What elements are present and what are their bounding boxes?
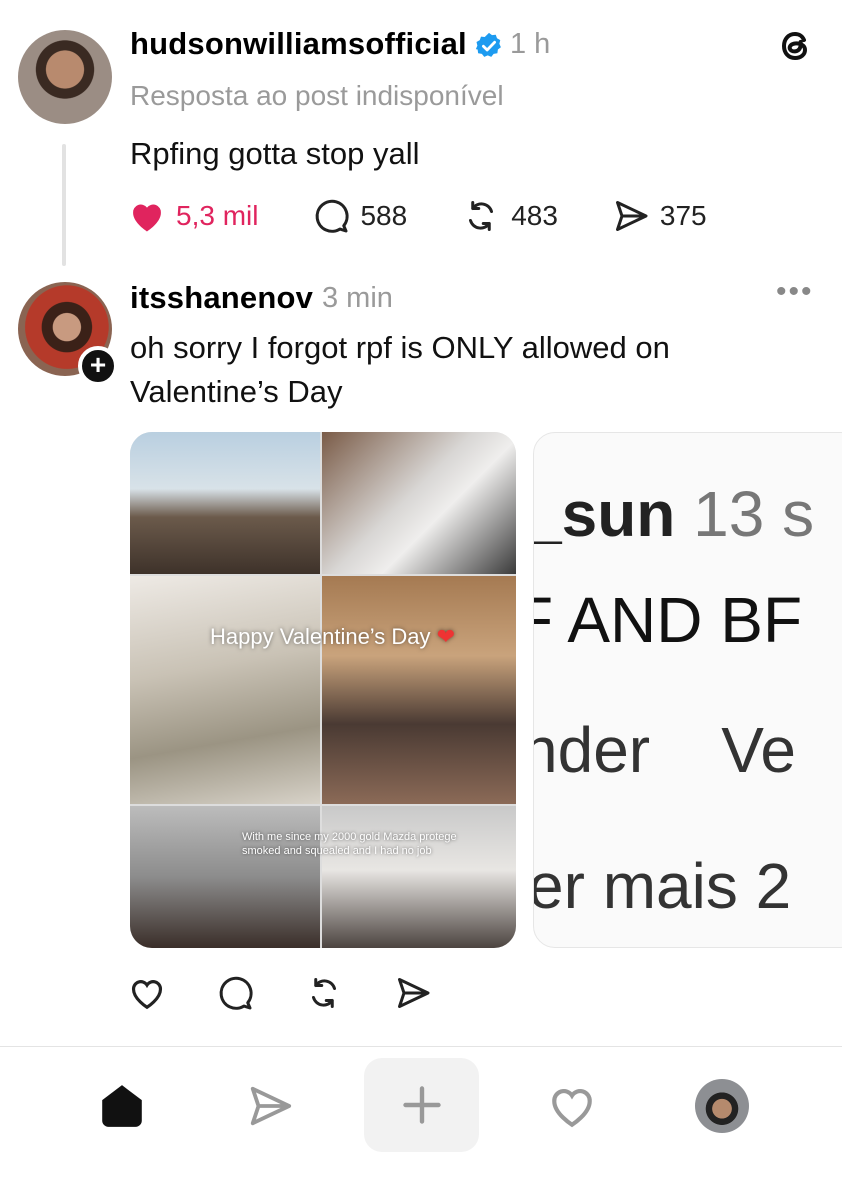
post2-username[interactable]: itsshanenov <box>130 280 313 316</box>
verified-badge-icon <box>475 32 501 57</box>
nav-home[interactable] <box>86 1058 158 1154</box>
send-icon <box>398 978 430 1008</box>
nav-profile[interactable] <box>694 1058 750 1154</box>
collage-caption: With me since my 2000 gold Mazda protege… <box>242 831 457 857</box>
photo-tile <box>130 576 320 804</box>
post2-actions <box>128 975 482 1011</box>
nav-activity[interactable] <box>536 1058 608 1154</box>
repost-count: 483 <box>511 200 558 231</box>
post2-time: 3 min <box>322 282 393 314</box>
second-image-preview[interactable]: _sun 13 s F AND BF nder Ve er mais 2 <box>533 432 842 948</box>
home-icon <box>102 1085 142 1127</box>
like-button[interactable]: 5,3 mil <box>128 199 258 233</box>
like-button[interactable] <box>128 975 166 1011</box>
peek-line-1-bold: _sun <box>533 478 676 550</box>
share-count: 375 <box>659 200 707 231</box>
repost-icon <box>312 978 336 1008</box>
nav-activity-send[interactable] <box>234 1058 306 1154</box>
heart-filled-icon <box>133 204 161 232</box>
heart-icon <box>131 980 163 1010</box>
post2-text: oh sorry I forgot rpf is ONLY allowed on… <box>130 330 670 409</box>
comment-icon <box>219 976 253 1010</box>
nav-divider <box>0 1046 842 1047</box>
peek-line-3: nder Ve <box>533 714 796 786</box>
peek-line-4: er mais 2 <box>533 850 792 922</box>
peek-line-2: F AND BF <box>533 584 803 656</box>
post1-username[interactable]: hudsonwilliamsofficial <box>130 26 467 62</box>
threads-logo-icon[interactable] <box>776 26 816 66</box>
repost-icon <box>469 201 494 231</box>
post1-time: 1 h <box>510 28 551 60</box>
thread-line <box>62 144 66 266</box>
send-icon <box>250 1086 292 1126</box>
photo-tile <box>130 806 320 948</box>
bottom-nav <box>0 1058 842 1158</box>
heart-emoji-icon: ❤ <box>436 624 456 649</box>
repost-button[interactable] <box>304 975 344 1011</box>
heart-icon <box>552 1088 592 1128</box>
share-button[interactable]: 375 <box>612 198 707 234</box>
like-count: 5,3 mil <box>176 200 259 231</box>
more-dots-icon[interactable]: ••• <box>776 277 818 308</box>
nav-create-button[interactable] <box>364 1058 479 1152</box>
comment-button[interactable] <box>216 975 254 1011</box>
collage-overlay-text: Happy Valentine’s Day ❤ <box>210 624 455 650</box>
peek-line-1: _sun 13 s <box>533 477 815 551</box>
comment-icon <box>316 199 350 233</box>
photo-tile <box>322 806 516 948</box>
follow-plus-icon[interactable]: + <box>78 346 118 386</box>
repost-button[interactable]: 483 <box>461 198 558 234</box>
post1-actions: 5,3 mil 588 483 375 <box>128 194 761 238</box>
send-icon <box>615 201 648 231</box>
reply-unavailable-note: Resposta ao post indisponível <box>130 80 504 111</box>
comment-button[interactable]: 588 <box>312 198 407 234</box>
profile-avatar <box>695 1079 749 1133</box>
share-button[interactable] <box>394 975 432 1011</box>
comment-count: 588 <box>360 200 408 231</box>
collage-image[interactable]: Happy Valentine’s Day ❤ With me since my… <box>130 432 516 948</box>
collage-overlay-label: Happy Valentine’s Day <box>210 624 431 649</box>
peek-line-1-rest: 13 s <box>675 478 815 550</box>
post1-text: Rpfing gotta stop yall <box>130 136 420 171</box>
plus-icon <box>402 1086 441 1124</box>
photo-tile <box>322 432 516 574</box>
photo-tile <box>130 432 320 574</box>
photo-tile <box>322 576 516 804</box>
avatar-hudsonwilliamsofficial[interactable] <box>18 30 112 124</box>
